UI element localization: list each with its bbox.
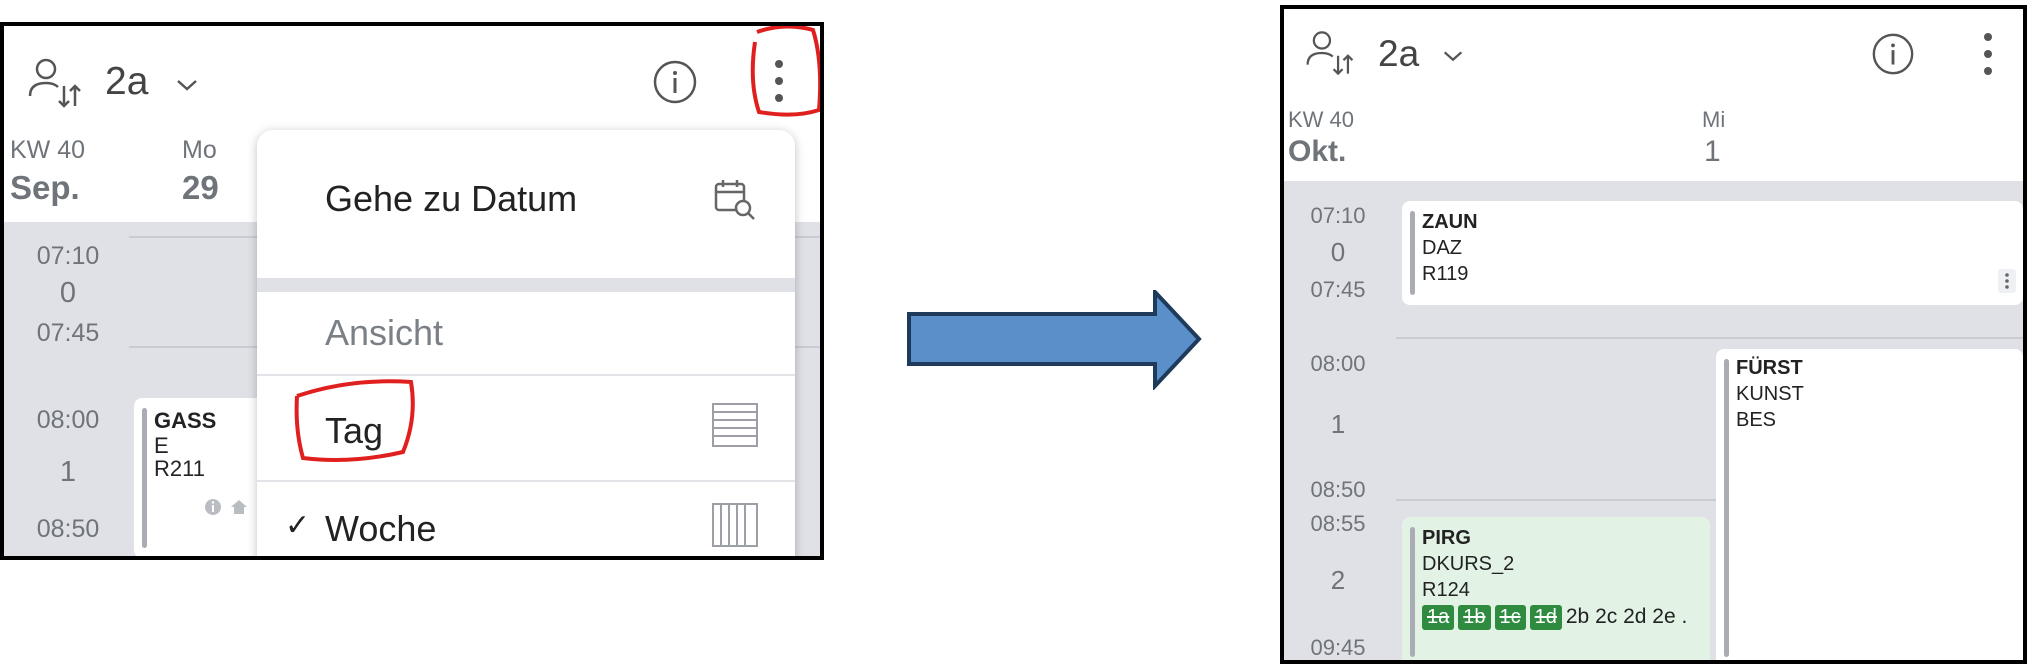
before-screenshot: 2a KW 40 Sep. Mo 29 07:10 0 07:45 08:00 … <box>0 22 824 560</box>
lesson-card-highlighted[interactable]: PIRG DKURS_2 R124 1a 1b 1c 1d 2b 2c 2d 2e . <box>1402 517 1710 660</box>
info-icon[interactable] <box>651 58 699 106</box>
period-number: 0 <box>59 277 77 309</box>
lesson-subject: DKURS_2 <box>1422 553 1515 575</box>
lesson-card[interactable]: ZAUN DAZ R119 <box>1402 201 2023 305</box>
class-selector[interactable]: 2a <box>105 60 148 104</box>
period-start: 08:00 <box>1310 351 1366 376</box>
day-view-icon <box>712 403 758 447</box>
lesson-room: R124 <box>1422 579 1470 601</box>
lesson-teacher: GASS <box>154 408 217 433</box>
period-number: 0 <box>1330 237 1346 267</box>
period-number: 1 <box>1330 409 1346 439</box>
overflow-menu: Gehe zu Datum Ansicht Tag ✓ Woche <box>257 130 795 556</box>
class-chips: 1a 1b 1c 1d 2b 2c 2d 2e . <box>1422 605 1687 630</box>
lesson-bar <box>1410 527 1415 657</box>
timetable-header: 2a KW 40 Okt. Mi 1 <box>1284 9 2023 181</box>
grid-line <box>1396 337 2023 339</box>
menu-item-label: Woche <box>325 508 437 549</box>
info-small-icon <box>205 499 221 515</box>
menu-divider <box>257 278 795 292</box>
class-list: 2b 2c 2d 2e . <box>1565 605 1688 628</box>
lesson-bar <box>1724 359 1729 657</box>
day-number: 1 <box>1704 135 1721 168</box>
period-number: 1 <box>59 456 77 488</box>
card-more-icon[interactable] <box>1998 269 2016 293</box>
day-number: 29 <box>182 169 219 206</box>
day-name: Mi <box>1702 107 1726 132</box>
class-selector[interactable]: 2a <box>1378 33 1419 75</box>
class-chip: 1b <box>1458 605 1491 630</box>
week-number: KW 40 <box>10 136 86 164</box>
day-name: Mo <box>182 136 217 164</box>
chevron-down-icon[interactable] <box>1441 47 1465 65</box>
week-number: KW 40 <box>1288 107 1355 132</box>
month-label: Sep. <box>10 169 80 206</box>
calendar-search-icon <box>714 180 755 220</box>
period-start: 08:55 <box>1310 511 1366 536</box>
menu-item-label: Gehe zu Datum <box>325 178 578 219</box>
lesson-card[interactable]: GASS E R211 <box>134 398 274 556</box>
lesson-teacher: PIRG <box>1422 527 1471 549</box>
class-chip: 1c <box>1494 605 1526 630</box>
lesson-room: R211 <box>154 456 205 481</box>
lesson-subject: DAZ <box>1422 237 1462 259</box>
period-end: 08:50 <box>36 515 100 543</box>
person-switch-icon[interactable] <box>1304 27 1356 79</box>
lesson-card[interactable]: FÜRST KUNST BES <box>1716 349 2023 660</box>
period-number: 2 <box>1330 565 1346 595</box>
lesson-subject: KUNST <box>1736 383 1804 405</box>
week-view-icon <box>712 503 758 547</box>
period-start: 07:10 <box>1310 203 1366 228</box>
menu-item-goto-date[interactable]: Gehe zu Datum <box>257 130 795 250</box>
timetable-grid: 07:10 0 07:45 08:00 1 08:50 08:55 2 09:4… <box>1284 181 2023 660</box>
checkmark-icon: ✓ <box>285 509 311 542</box>
lesson-room: BES <box>1736 409 1777 431</box>
home-small-icon <box>231 500 247 514</box>
class-chip: 1a <box>1422 605 1455 630</box>
info-icon[interactable] <box>1870 31 1916 77</box>
period-end: 08:50 <box>1310 477 1366 502</box>
class-chip: 1d <box>1529 605 1562 630</box>
menu-item-week-view[interactable]: ✓ Woche <box>257 482 795 556</box>
menu-section-label: Ansicht <box>325 312 444 353</box>
period-start: 08:00 <box>36 406 100 434</box>
timetable-header: 2a KW 40 Sep. Mo 29 <box>4 26 820 206</box>
transition-arrow <box>907 290 1202 390</box>
period-end: 09:45 <box>1310 635 1366 660</box>
annotation-circle <box>750 26 820 117</box>
period-start: 07:10 <box>36 242 100 270</box>
after-screenshot: 2a KW 40 Okt. Mi 1 07:10 0 07:45 08:00 1… <box>1280 5 2027 664</box>
lesson-room: R119 <box>1422 263 1469 285</box>
lesson-bar <box>1410 211 1415 295</box>
person-switch-icon[interactable] <box>26 54 84 112</box>
lesson-bar <box>142 408 147 548</box>
more-vert-icon[interactable] <box>1978 29 1998 79</box>
chevron-down-icon[interactable] <box>174 76 200 94</box>
month-label: Okt. <box>1288 135 1347 168</box>
annotation-circle <box>294 379 415 462</box>
period-end: 07:45 <box>36 319 100 347</box>
period-end: 07:45 <box>1310 277 1366 302</box>
menu-section-view: Ansicht <box>257 292 795 372</box>
lesson-teacher: FÜRST <box>1736 357 1803 379</box>
lesson-teacher: ZAUN <box>1422 211 1478 233</box>
